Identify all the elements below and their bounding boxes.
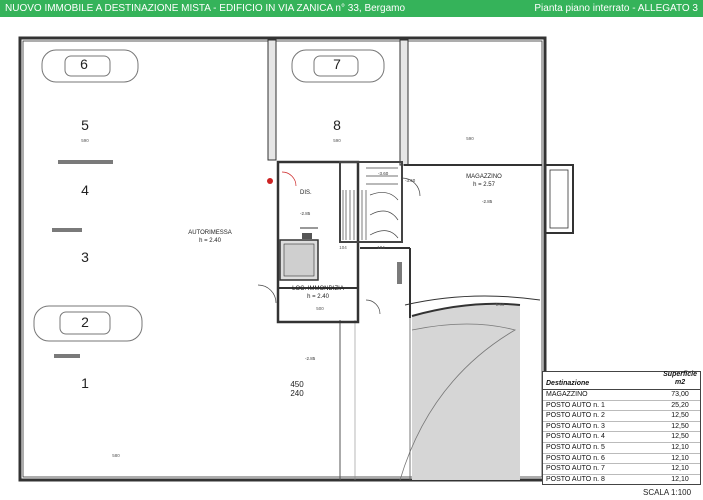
- dimension-label: 450: [290, 380, 304, 389]
- legend-row-value: 12,10: [671, 443, 689, 451]
- legend-header: Destinazione Superficie m2: [543, 371, 700, 390]
- dimension-label: 500: [316, 306, 324, 311]
- parking-number-7: 7: [333, 56, 341, 72]
- legend-row-label: MAGAZZINO: [546, 391, 588, 398]
- dimension-label: 590: [466, 136, 474, 141]
- level-marker: -3.60: [378, 171, 389, 176]
- level-marker: -3.60: [405, 178, 416, 183]
- legend-row-label: POSTO AUTO n. 5: [546, 443, 605, 451]
- ramp: [339, 295, 541, 481]
- legend-row: POSTO AUTO n. 6 12,10: [543, 454, 700, 465]
- legend-row-value: 12,50: [671, 422, 689, 430]
- legend-row-label: POSTO AUTO n. 7: [546, 465, 605, 473]
- dimension-label: 1.50: [496, 302, 505, 307]
- room-height-immondizia: h = 2.40: [307, 294, 330, 300]
- parking-number-6: 6: [80, 56, 88, 72]
- legend-row-value: 12,10: [671, 465, 689, 473]
- dimension-label: 590: [333, 138, 341, 143]
- parking-number-5: 5: [81, 117, 89, 133]
- dimension-label: 104: [377, 245, 385, 250]
- level-marker: -2.85: [305, 356, 316, 361]
- legend-row: POSTO AUTO n. 7 12,10: [543, 464, 700, 475]
- legend-row-value: 12,10: [671, 454, 689, 462]
- legend-row-label: POSTO AUTO n. 4: [546, 433, 605, 441]
- room-label-dis: DIS.: [300, 190, 312, 196]
- parking-number-8: 8: [333, 117, 341, 133]
- legend-row: POSTO AUTO n. 2 12,50: [543, 411, 700, 422]
- legend-col-destinazione: Destinazione: [546, 380, 590, 387]
- room-label-magazzino: MAGAZZINO: [466, 174, 502, 180]
- parking-number-3: 3: [81, 249, 89, 265]
- parking-number-1: 1: [81, 375, 89, 391]
- staircase: [339, 161, 403, 243]
- legend-col-unit: m2: [675, 379, 686, 386]
- legend-row: POSTO AUTO n. 8 12,10: [543, 475, 700, 485]
- legend-row-label: POSTO AUTO n. 8: [546, 475, 605, 483]
- legend-row: POSTO AUTO n. 1 25,20: [543, 401, 700, 412]
- parking-number-2: 2: [81, 314, 89, 330]
- legend-row: POSTO AUTO n. 3 12,50: [543, 422, 700, 433]
- legend-row-value: 12,50: [671, 433, 689, 441]
- dimension-label: 590: [81, 138, 89, 143]
- legend-row-value: 12,50: [671, 412, 689, 420]
- legend-row-label: POSTO AUTO n. 1: [546, 401, 605, 409]
- legend-row-value: 73,00: [671, 391, 689, 398]
- legend-col-superficie: Superficie m2: [663, 371, 697, 387]
- scale-label: SCALA 1:100: [643, 488, 692, 497]
- level-marker: -2.85: [482, 199, 493, 204]
- legend-row-value: 12,10: [671, 475, 689, 483]
- room-height-autorimessa: h = 2.40: [199, 238, 222, 244]
- surface-legend-table: Destinazione Superficie m2 MAGAZZINO 73,0…: [542, 371, 701, 486]
- level-marker: -2.85: [300, 211, 311, 216]
- legend-col-superficie-label: Superficie: [663, 371, 697, 378]
- room-height-magazzino: h = 2.57: [473, 182, 496, 188]
- room-label-autorimessa: AUTORIMESSA: [188, 230, 232, 236]
- parking-number-4: 4: [81, 182, 89, 198]
- legend-row: MAGAZZINO 73,00: [543, 390, 700, 401]
- legend-row-label: POSTO AUTO n. 3: [546, 422, 605, 430]
- legend-row-value: 25,20: [671, 401, 689, 409]
- dimension-label: 580: [112, 453, 120, 458]
- dimension-label: 240: [290, 389, 304, 398]
- floor-plan-page: NUOVO IMMOBILE A DESTINAZIONE MISTA - ED…: [0, 0, 703, 500]
- legend-row-label: POSTO AUTO n. 6: [546, 454, 605, 462]
- legend-row-label: POSTO AUTO n. 2: [546, 412, 605, 420]
- fire-marker: [267, 178, 273, 184]
- dimension-label: 104: [339, 245, 347, 250]
- room-label-immondizia: LOC. IMMONDIZIA: [292, 286, 344, 292]
- legend-row: POSTO AUTO n. 4 12,50: [543, 432, 700, 443]
- legend-row: POSTO AUTO n. 5 12,10: [543, 443, 700, 454]
